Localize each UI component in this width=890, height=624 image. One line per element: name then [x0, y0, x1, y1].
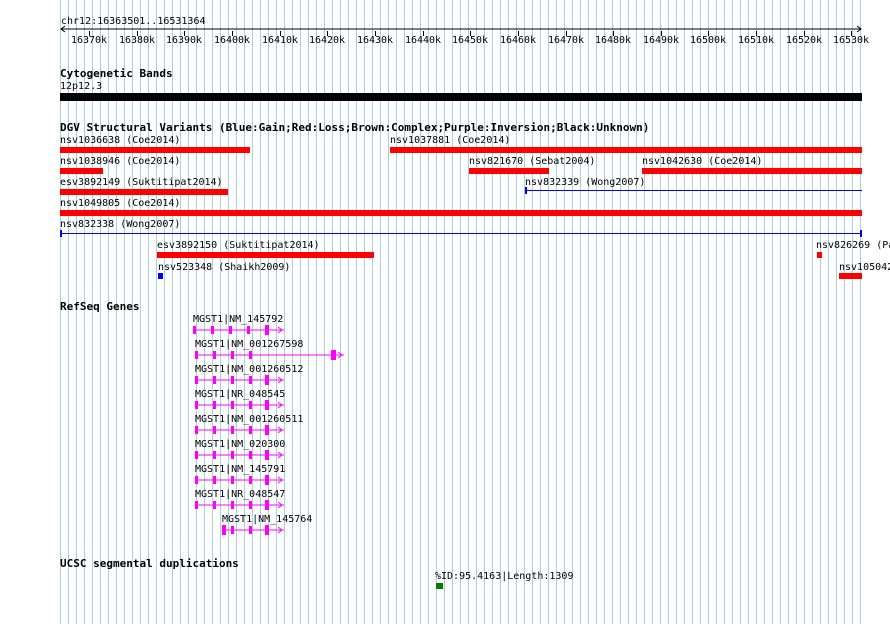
- ruler-tick-label: 16470k: [547, 35, 585, 46]
- gene-model[interactable]: [194, 450, 294, 460]
- cytoband-bar[interactable]: [60, 93, 862, 101]
- gene-model[interactable]: [194, 425, 294, 435]
- variant-loss-bar[interactable]: [60, 147, 250, 153]
- gene-label: MGST1|NR_048547: [195, 489, 286, 500]
- gene-label: MGST1|NM_145791: [195, 464, 286, 475]
- refseq-track-title: RefSeq Genes: [60, 300, 140, 313]
- gene-label: MGST1|NM_001260511: [195, 414, 304, 425]
- variant-loss-bar[interactable]: [60, 189, 228, 195]
- variant-label: nsv105042: [839, 262, 890, 273]
- ruler-axis: [60, 25, 862, 33]
- variant-gain-line[interactable]: [60, 233, 862, 234]
- variant-label: nsv832339 (Wong2007): [525, 177, 646, 188]
- gene-label: MGST1|NM_145792: [193, 314, 284, 325]
- segdup-bar[interactable]: [436, 583, 443, 589]
- variant-label: nsv523348 (Shaikh2009): [158, 262, 291, 273]
- variant-loss-bar[interactable]: [60, 168, 103, 174]
- variant-label: nsv1037881 (Coe2014): [390, 135, 511, 146]
- variant-loss-bar[interactable]: [390, 147, 862, 153]
- gene-label: MGST1|NM_145764: [222, 514, 313, 525]
- cytobands-track-title: Cytogenetic Bands: [60, 67, 173, 80]
- variant-loss-bar[interactable]: [817, 252, 822, 258]
- variant-label: esv3892150 (Suktitipat2014): [157, 240, 320, 251]
- gene-label: MGST1|NR_048545: [195, 389, 286, 400]
- variant-gain-end: [860, 230, 862, 237]
- variant-loss-bar[interactable]: [839, 273, 862, 279]
- dgv-track-title: DGV Structural Variants (Blue:Gain;Red:L…: [60, 121, 650, 134]
- variant-loss-bar[interactable]: [642, 168, 862, 174]
- gene-model[interactable]: [194, 500, 294, 510]
- ruler-tick-label: 16390k: [165, 35, 203, 46]
- variant-label: nsv1036638 (Coe2014): [60, 135, 181, 146]
- gene-label: MGST1|NM_001260512: [195, 364, 304, 375]
- ruler-tick-label: 16430k: [356, 35, 394, 46]
- ruler-tick-label: 16420k: [308, 35, 346, 46]
- variant-label: nsv1042630 (Coe2014): [642, 156, 763, 167]
- ruler-tick-label: 16460k: [499, 35, 537, 46]
- variant-label: nsv826269 (Pa: [816, 240, 890, 251]
- ruler-tick-label: 16500k: [689, 35, 727, 46]
- variant-gain-line[interactable]: [525, 190, 862, 191]
- variant-loss-bar[interactable]: [469, 168, 549, 174]
- ruler-tick-label: 16510k: [737, 35, 775, 46]
- variant-gain-bar[interactable]: [158, 273, 163, 279]
- variant-gain-start: [60, 230, 62, 237]
- ruler-tick-label: 16400k: [213, 35, 251, 46]
- gene-model[interactable]: [194, 350, 349, 360]
- segdup-label: %ID:95.4163|Length:1309: [435, 571, 574, 582]
- gene-model[interactable]: [192, 325, 292, 335]
- ruler-tick-label: 16370k: [70, 35, 108, 46]
- variant-loss-bar[interactable]: [60, 210, 862, 216]
- segdup-track-title: UCSC segmental duplications: [60, 557, 239, 570]
- variant-label: nsv821670 (Sebat2004): [469, 156, 596, 167]
- gene-model[interactable]: [194, 400, 294, 410]
- ruler-tick-label: 16530k: [832, 35, 870, 46]
- ruler-tick-label: 16450k: [451, 35, 489, 46]
- ruler-tick-label: 16520k: [785, 35, 823, 46]
- variant-loss-bar[interactable]: [157, 252, 374, 258]
- variant-label: nsv1049805 (Coe2014): [60, 198, 181, 209]
- ruler-tick-label: 16480k: [594, 35, 632, 46]
- gene-label: MGST1|NM_001267598: [195, 339, 304, 350]
- cytoband-label: 12p12.3: [60, 81, 103, 92]
- variant-label: nsv1038946 (Coe2014): [60, 156, 181, 167]
- gene-model[interactable]: [194, 475, 294, 485]
- variant-label: esv3892149 (Suktitipat2014): [60, 177, 223, 188]
- ruler-tick-label: 16410k: [261, 35, 299, 46]
- gene-model[interactable]: [221, 525, 291, 535]
- variant-label: nsv832338 (Wong2007): [60, 219, 181, 230]
- variant-gain-start: [525, 187, 527, 194]
- ruler-tick-label: 16490k: [642, 35, 680, 46]
- gene-model[interactable]: [194, 375, 294, 385]
- ruler-tick-label: 16380k: [118, 35, 156, 46]
- gene-label: MGST1|NM_020300: [195, 439, 286, 450]
- ruler-tick-label: 16440k: [404, 35, 442, 46]
